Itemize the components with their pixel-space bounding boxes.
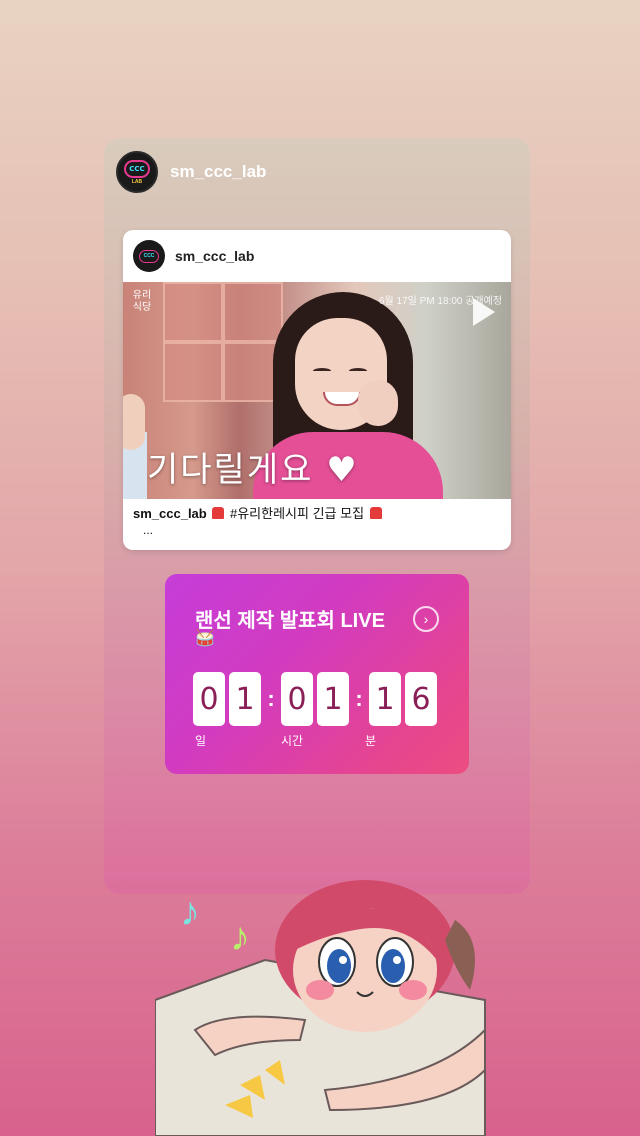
left-blush	[306, 980, 334, 1000]
caption-text: #유리한레시피 긴급 모집	[229, 506, 365, 521]
caption-username[interactable]: sm_ccc_lab	[133, 506, 207, 521]
digit-minutes-ones: 6	[405, 672, 437, 726]
countdown-digits: 0 1 : 0 1 : 1 6	[193, 672, 441, 726]
digit-days-tens: 0	[193, 672, 225, 726]
side-person-hand	[123, 394, 145, 450]
colon-separator: :	[267, 686, 275, 711]
post-username[interactable]: sm_ccc_lab	[175, 248, 254, 264]
countdown-title: 랜선 제작 발표회 LIVE	[195, 610, 385, 632]
post-avatar[interactable]: CCC	[133, 240, 165, 272]
caption-more[interactable]: ...	[123, 523, 511, 537]
person-eye	[313, 368, 331, 374]
right-blush	[399, 980, 427, 1000]
drum-icon: 🥁	[195, 630, 215, 647]
left-iris	[327, 949, 351, 983]
label-hours: 시간	[281, 734, 304, 748]
right-iris	[381, 949, 405, 983]
video-caption-text: 기다릴게요	[147, 450, 314, 490]
left-eye-shine	[339, 956, 347, 964]
heart-icon: ♥	[326, 450, 359, 490]
colon-separator: :	[355, 686, 363, 711]
siren-icon	[369, 507, 382, 519]
lab-logo-text: LAB	[131, 178, 143, 185]
siren-icon	[212, 507, 225, 519]
post-caption: sm_ccc_lab #유리한레시피 긴급 모집	[123, 499, 511, 523]
story-username[interactable]: sm_ccc_lab	[170, 162, 266, 182]
shelf-decor	[163, 282, 223, 342]
shared-post-card[interactable]: CCC sm_ccc_lab 유리 식당 6월 17일 PM 18:00 공개예…	[123, 230, 511, 550]
story-avatar[interactable]: CCC LAB	[116, 151, 158, 193]
label-days: 일	[195, 734, 207, 748]
person-eye	[349, 368, 367, 374]
video-caption-overlay: 기다릴게요 ♥	[147, 442, 359, 491]
digit-hours-tens: 0	[281, 672, 313, 726]
label-minutes: 분	[365, 734, 377, 748]
ccc-logo-icon: CCC	[139, 249, 159, 263]
digit-hours-ones: 1	[317, 672, 349, 726]
chevron-right-icon[interactable]: ›	[413, 606, 439, 632]
digit-minutes-tens: 1	[369, 672, 401, 726]
digit-days-ones: 1	[229, 672, 261, 726]
story-header: CCC LAB sm_ccc_lab	[116, 150, 266, 194]
shelf-decor	[163, 342, 223, 402]
person-hand	[358, 380, 398, 426]
post-header: CCC sm_ccc_lab	[123, 230, 511, 282]
restaurant-logo: 유리 식당	[132, 290, 152, 313]
post-media-video[interactable]: 유리 식당 6월 17일 PM 18:00 공개예정 기다릴게요 ♥	[123, 282, 511, 499]
countdown-sticker[interactable]: 랜선 제작 발표회 LIVE 🥁 › 0 1 : 0 1 : 1 6 일 시간 …	[165, 574, 469, 774]
right-eye-shine	[393, 956, 401, 964]
play-icon[interactable]	[473, 298, 495, 326]
shelf-decor	[223, 282, 283, 342]
ccc-logo-icon: CCC	[124, 159, 150, 178]
anime-character-sticker	[155, 880, 486, 1136]
